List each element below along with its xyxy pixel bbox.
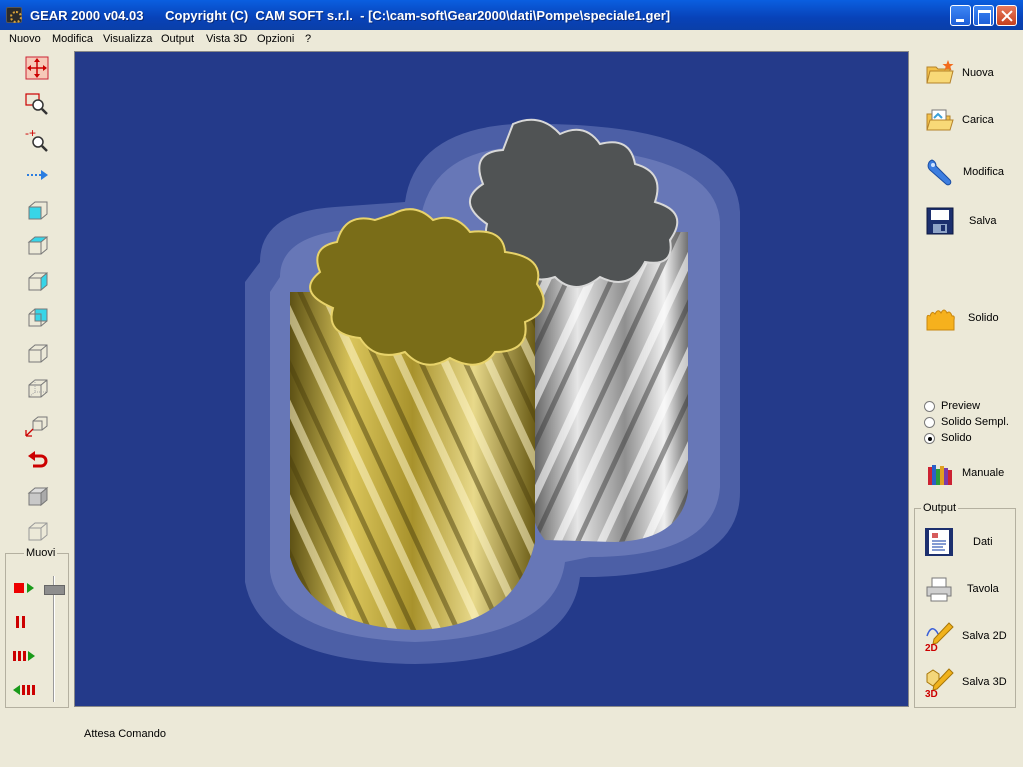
muovi-label: Muovi [24,547,58,559]
minimize-button[interactable] [950,5,971,26]
salva-3d-label: Salva 3D [962,676,1007,688]
save-2d-icon: 2D [925,622,954,652]
view-top-icon[interactable] [23,232,51,260]
left-toolbar: -+ [5,51,69,551]
salva-label: Salva [969,215,997,227]
close-button[interactable] [996,5,1017,26]
radio-preview-label: Preview [941,400,981,412]
menu-nuovo[interactable]: Nuovo [9,33,41,45]
title-bar: GEAR 2000 v04.03 Copyright (C) CAM SOFT … [0,0,1023,30]
modifica-label: Modifica [963,166,1004,178]
pause-icon[interactable] [12,614,32,630]
solido-button[interactable]: Solido [920,298,1016,338]
radio-solido-sempl-label: Solido Sempl. [941,416,1009,428]
modifica-button[interactable]: Modifica [920,152,1016,192]
dati-label: Dati [973,536,993,548]
carica-button[interactable]: Carica [920,100,1016,140]
solid-cube-icon[interactable] [23,483,51,511]
tavola-button[interactable]: Tavola [919,569,1015,609]
tavola-label: Tavola [967,583,999,595]
salva-button[interactable]: Salva [920,201,1016,241]
nuova-label: Nuova [962,67,994,79]
step-forward-icon[interactable] [12,648,40,664]
rotate-back-icon[interactable] [23,447,51,475]
dati-button[interactable]: Dati [919,522,1015,562]
manuale-label: Manuale [962,467,1005,479]
menu-output[interactable]: Output [161,33,194,45]
view-bottom-icon[interactable] [23,340,51,368]
radio-preview-dot[interactable] [924,401,935,412]
wire-cube-icon[interactable] [23,518,51,546]
save-3d-icon: 3D [925,668,954,698]
books-icon [928,465,952,485]
maximize-button[interactable] [973,5,994,26]
zoom-in-out-icon[interactable]: -+ [23,125,51,153]
radio-solido-label: Solido [941,432,972,444]
printer-icon [926,577,952,602]
solid-profile-icon [926,309,955,331]
status-bar: Attesa Comando [0,712,1023,767]
floppy-icon [926,207,954,235]
wrench-icon [927,159,952,186]
speed-slider-thumb[interactable] [44,585,65,595]
solido-label: Solido [968,312,999,324]
radio-solido-dot[interactable] [924,433,935,444]
output-legend: Output [921,502,959,514]
menu-modifica[interactable]: Modifica [52,33,93,45]
manuale-button[interactable]: Manuale [920,453,1016,493]
salva-3d-button[interactable]: 3D Salva 3D [919,662,1015,702]
salva-2d-button[interactable]: 2D Salva 2D [919,616,1015,656]
data-sheet-icon [925,528,953,556]
move-arrow-icon[interactable] [23,161,51,189]
nuova-button[interactable]: Nuova [920,53,1016,93]
view-front-icon[interactable] [23,197,51,225]
gear-pump-render [245,118,740,665]
app-icon[interactable] [6,7,22,23]
carica-label: Carica [962,114,994,126]
view-back-icon[interactable] [23,304,51,332]
menu-bar: Nuovo Modifica Visualizza Output Vista 3… [0,30,1023,49]
view-iso-icon[interactable] [23,375,51,403]
menu-visualizza[interactable]: Visualizza [103,33,152,45]
folder-open-icon [926,109,954,131]
window-title: GEAR 2000 v04.03 Copyright (C) CAM SOFT … [30,8,671,23]
radio-solido-sempl-dot[interactable] [924,417,935,428]
svg-text:2D: 2D [925,643,938,652]
right-panel: Nuova Carica Modifica Salva Solido Previ… [914,51,1018,711]
menu-help[interactable]: ? [305,33,311,45]
3d-viewport[interactable] [74,51,909,707]
stop-play-icon[interactable] [12,580,40,596]
muovi-group: Muovi [5,547,69,708]
svg-text:3D: 3D [925,689,938,698]
pan-icon[interactable] [23,54,51,82]
status-text: Attesa Comando [84,728,166,740]
step-back-icon[interactable] [12,682,40,698]
salva-2d-label: Salva 2D [962,630,1007,642]
folder-new-icon [926,60,954,84]
gold-gear [290,208,545,630]
zoom-window-icon[interactable] [23,90,51,118]
menu-opzioni[interactable]: Opzioni [257,33,294,45]
menu-vista-3d[interactable]: Vista 3D [206,33,247,45]
view-side-icon[interactable] [23,268,51,296]
output-group: Output Dati Tavola 2D Salva 2D 3D Salva … [914,502,1016,708]
axes-icon[interactable] [23,411,51,439]
